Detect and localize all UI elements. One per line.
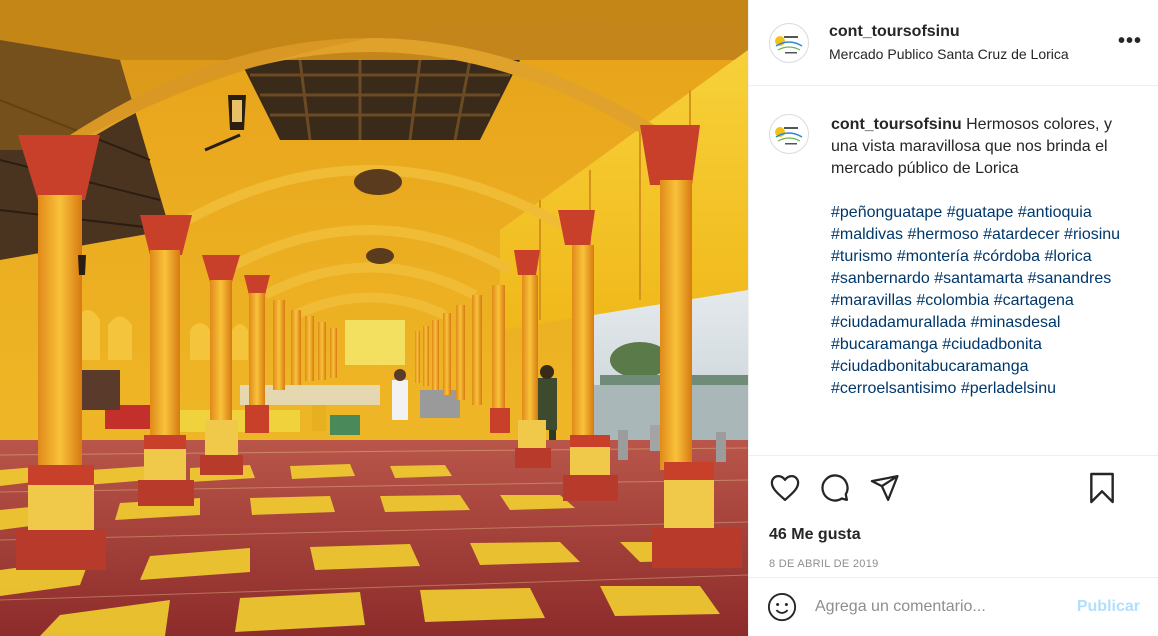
hashtag[interactable]: #colombia [916,292,989,309]
hashtag[interactable]: #maldivas [831,226,903,243]
hashtag[interactable]: #sanbernardo [831,270,930,287]
hashtag[interactable]: #santamarta [934,270,1023,287]
share-button[interactable] [869,472,901,504]
hashtag[interactable]: #hermoso [907,226,978,243]
emoji-icon[interactable] [767,592,797,622]
hashtag[interactable]: #atardecer [983,226,1060,243]
likes-count[interactable]: 46 Me gusta [769,526,1138,544]
caption-avatar[interactable] [769,114,809,154]
hashtag[interactable]: #perladelsinu [961,380,1056,397]
hashtag[interactable]: #montería [897,248,969,265]
hashtag[interactable]: #lorica [1044,248,1091,265]
comment-icon [821,474,849,502]
heart-icon [770,475,800,501]
header-username[interactable]: cont_toursofsinu [829,23,1069,41]
more-options-button[interactable]: ••• [1118,30,1142,53]
save-button[interactable] [1086,472,1118,504]
header-location[interactable]: Mercado Publico Santa Cruz de Lorica [829,46,1069,62]
post-side-panel: cont_toursofsinu Mercado Publico Santa C… [748,0,1158,636]
caption: cont_toursofsinu Hermosos colores, y una… [831,114,1131,455]
bookmark-icon [1090,472,1114,504]
hashtag[interactable]: #peñonguatape [831,204,942,221]
hashtag[interactable]: #guatape [947,204,1014,221]
publish-button[interactable]: Publicar [1077,598,1140,616]
action-icons [769,472,1138,504]
hashtag[interactable]: #sanandres [1028,270,1112,287]
avatar[interactable] [769,22,809,63]
instagram-post: cont_toursofsinu Mercado Publico Santa C… [0,0,1158,636]
comment-input[interactable] [815,598,1077,616]
hashtag[interactable]: #minasdesal [971,314,1061,331]
hashtag[interactable]: #córdoba [973,248,1040,265]
hashtag[interactable]: #cerroelsantisimo [831,380,956,397]
hashtag[interactable]: #ciudadbonita [942,336,1042,353]
share-icon [870,475,899,501]
hashtag[interactable]: #bucaramanga [831,336,938,353]
caption-username[interactable]: cont_toursofsinu [831,116,962,133]
caption-section: cont_toursofsinu Hermosos colores, y una… [749,86,1158,456]
post-photo[interactable] [0,0,748,636]
like-button[interactable] [769,472,801,504]
tours-logo-icon [771,116,807,152]
post-date[interactable]: 8 DE ABRIL DE 2019 [769,558,1138,570]
tours-logo-icon [771,24,807,61]
hashtag[interactable]: #cartagena [994,292,1074,309]
hashtag[interactable]: #antioquia [1018,204,1092,221]
market-arcade-image [0,0,748,636]
hashtag[interactable]: #turismo [831,248,892,265]
post-header-meta: cont_toursofsinu Mercado Publico Santa C… [829,23,1069,62]
add-comment-bar: Publicar [749,578,1158,636]
post-header: cont_toursofsinu Mercado Publico Santa C… [749,0,1158,86]
hashtag[interactable]: #ciudadamurallada [831,314,966,331]
hashtag-list: #peñonguatape #guatape #antioquia #maldi… [831,202,1131,400]
hashtag[interactable]: #ciudadbonitabucaramanga [831,358,1028,375]
post-actions: 46 Me gusta 8 DE ABRIL DE 2019 [749,456,1158,578]
comment-button[interactable] [819,472,851,504]
hashtag[interactable]: #maravillas [831,292,912,309]
hashtag[interactable]: #riosinu [1064,226,1120,243]
